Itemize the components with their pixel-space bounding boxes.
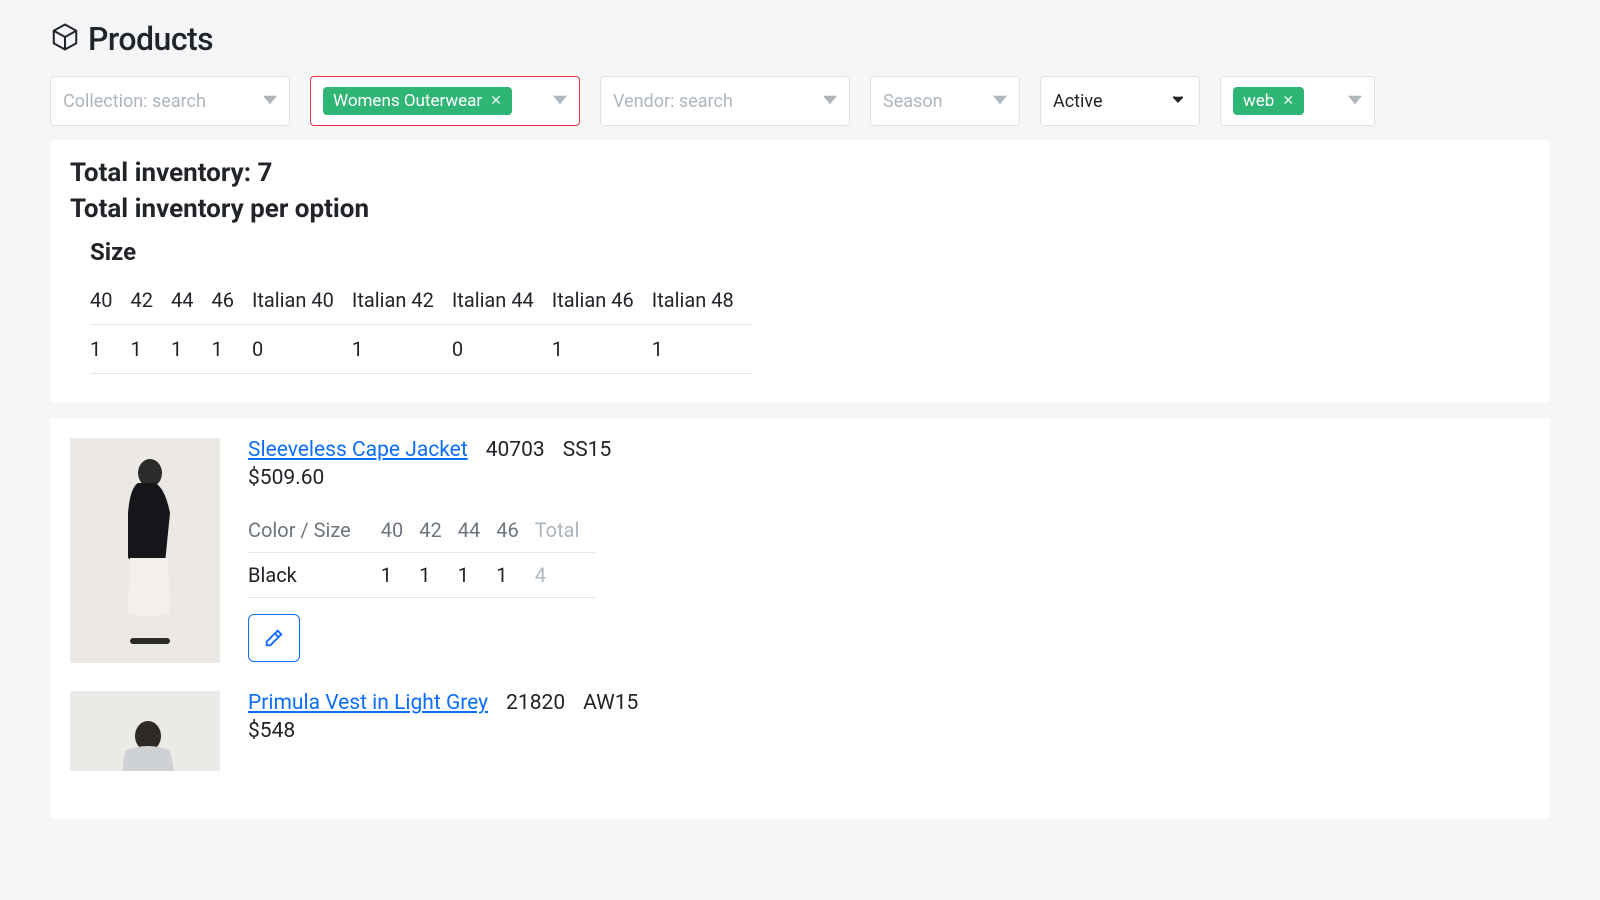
caret-down-icon: [263, 91, 277, 112]
season-placeholder: Season: [883, 91, 943, 112]
web-tag: web ✕: [1233, 87, 1304, 115]
variant-table: Color / SizeItalian 40Italian 42Italian …: [248, 761, 931, 771]
variant-size-header: 46: [496, 508, 534, 553]
cube-icon: [50, 22, 80, 56]
page-header: Products: [50, 20, 1550, 58]
tags-filter[interactable]: web ✕: [1220, 76, 1375, 126]
variant-total-cell: 4: [535, 553, 596, 598]
product-name-link[interactable]: Sleeveless Cape Jacket: [248, 438, 468, 462]
size-value-cell: 1: [352, 325, 452, 374]
total-inventory-value: 7: [257, 158, 272, 188]
variant-header-row: Color / SizeItalian 40Italian 42Italian …: [248, 761, 931, 771]
caret-down-icon: [553, 91, 567, 112]
variant-header-row: Color / Size40424446Total: [248, 508, 595, 553]
product-price: $509.60: [248, 466, 1530, 490]
product-type-filter[interactable]: Womens Outerwear ✕: [310, 76, 580, 126]
variant-total-header: Total: [871, 761, 932, 771]
variant-size-header: 40: [381, 508, 419, 553]
variant-row: Black11114: [248, 553, 595, 598]
vendor-placeholder: Vendor: search: [613, 91, 733, 112]
collection-filter[interactable]: Collection: search: [50, 76, 290, 126]
total-inventory-line: Total inventory: 7: [70, 158, 1530, 188]
vendor-filter[interactable]: Vendor: search: [600, 76, 850, 126]
size-value-cell: 1: [130, 325, 170, 374]
product-thumbnail[interactable]: [70, 438, 220, 663]
size-header-cell: 40: [90, 276, 130, 325]
page-title: Products: [88, 20, 213, 58]
size-heading: Size: [90, 238, 1530, 266]
variant-size-header: Italian 48: [773, 761, 871, 771]
season-filter[interactable]: Season: [870, 76, 1020, 126]
size-value-cell: 1: [552, 325, 652, 374]
status-filter[interactable]: Active: [1040, 76, 1200, 126]
collection-placeholder: Collection: search: [63, 91, 206, 112]
variant-table: Color / Size40424446Total Black11114: [248, 508, 595, 598]
size-value-cell: 1: [90, 325, 130, 374]
size-value-row: 111101011: [90, 325, 752, 374]
size-header-cell: Italian 44: [452, 276, 552, 325]
variant-size-header: Italian 44: [577, 761, 675, 771]
variant-qty-cell: 1: [496, 553, 534, 598]
variant-qty-cell: 1: [458, 553, 496, 598]
size-value-cell: 1: [171, 325, 211, 374]
total-inventory-label: Total inventory:: [70, 158, 251, 188]
variant-size-header: Italian 46: [675, 761, 773, 771]
product-price: $548: [248, 719, 1530, 743]
size-table: 40424446Italian 40Italian 42Italian 44It…: [90, 276, 1530, 374]
size-header-cell: Italian 40: [252, 276, 352, 325]
size-header-cell: Italian 42: [352, 276, 452, 325]
product-card: Primula Vest in Light Grey 21820 AW15 $5…: [70, 691, 1530, 771]
variant-size-header: 44: [458, 508, 496, 553]
size-value-cell: 0: [252, 325, 352, 374]
size-header-cell: 42: [130, 276, 170, 325]
caret-down-icon: [823, 91, 837, 112]
product-season: AW15: [583, 691, 638, 715]
product-card: Sleeveless Cape Jacket 40703 SS15 $509.6…: [70, 438, 1530, 663]
size-header-cell: 46: [211, 276, 251, 325]
variant-qty-cell: 1: [419, 553, 457, 598]
product-sku: 40703: [486, 438, 545, 462]
size-value-cell: 0: [452, 325, 552, 374]
status-value: Active: [1053, 91, 1103, 112]
variant-size-header: 42: [419, 508, 457, 553]
variant-axis-label: Color / Size: [248, 761, 381, 771]
product-season: SS15: [563, 438, 612, 462]
caret-down-icon: [1348, 91, 1362, 112]
size-value-cell: 1: [211, 325, 251, 374]
filter-row: Collection: search Womens Outerwear ✕ Ve…: [50, 76, 1550, 126]
edit-product-button[interactable]: [248, 614, 300, 662]
size-header-row: 40424446Italian 40Italian 42Italian 44It…: [90, 276, 752, 325]
caret-down-icon: [993, 91, 1007, 112]
remove-type-tag-icon[interactable]: ✕: [490, 93, 502, 109]
variant-size-header: Italian 40: [381, 761, 479, 771]
remove-web-tag-icon[interactable]: ✕: [1282, 93, 1294, 109]
per-option-heading: Total inventory per option: [70, 194, 1530, 224]
variant-total-header: Total: [535, 508, 596, 553]
variant-color-cell: Black: [248, 553, 381, 598]
size-value-cell: 1: [652, 325, 752, 374]
variant-size-header: Italian 42: [479, 761, 577, 771]
product-sku: 21820: [506, 691, 565, 715]
inventory-summary-card: Total inventory: 7 Total inventory per o…: [50, 140, 1550, 402]
product-thumbnail[interactable]: [70, 691, 220, 771]
type-tag-label: Womens Outerwear: [333, 91, 482, 111]
size-header-cell: 44: [171, 276, 211, 325]
size-header-cell: Italian 46: [552, 276, 652, 325]
type-tag: Womens Outerwear ✕: [323, 87, 512, 115]
chevron-down-icon: [1169, 90, 1187, 113]
web-tag-label: web: [1243, 91, 1274, 111]
product-list: Sleeveless Cape Jacket 40703 SS15 $509.6…: [50, 418, 1550, 819]
variant-axis-label: Color / Size: [248, 508, 381, 553]
product-name-link[interactable]: Primula Vest in Light Grey: [248, 691, 488, 715]
size-header-cell: Italian 48: [652, 276, 752, 325]
variant-qty-cell: 1: [381, 553, 419, 598]
